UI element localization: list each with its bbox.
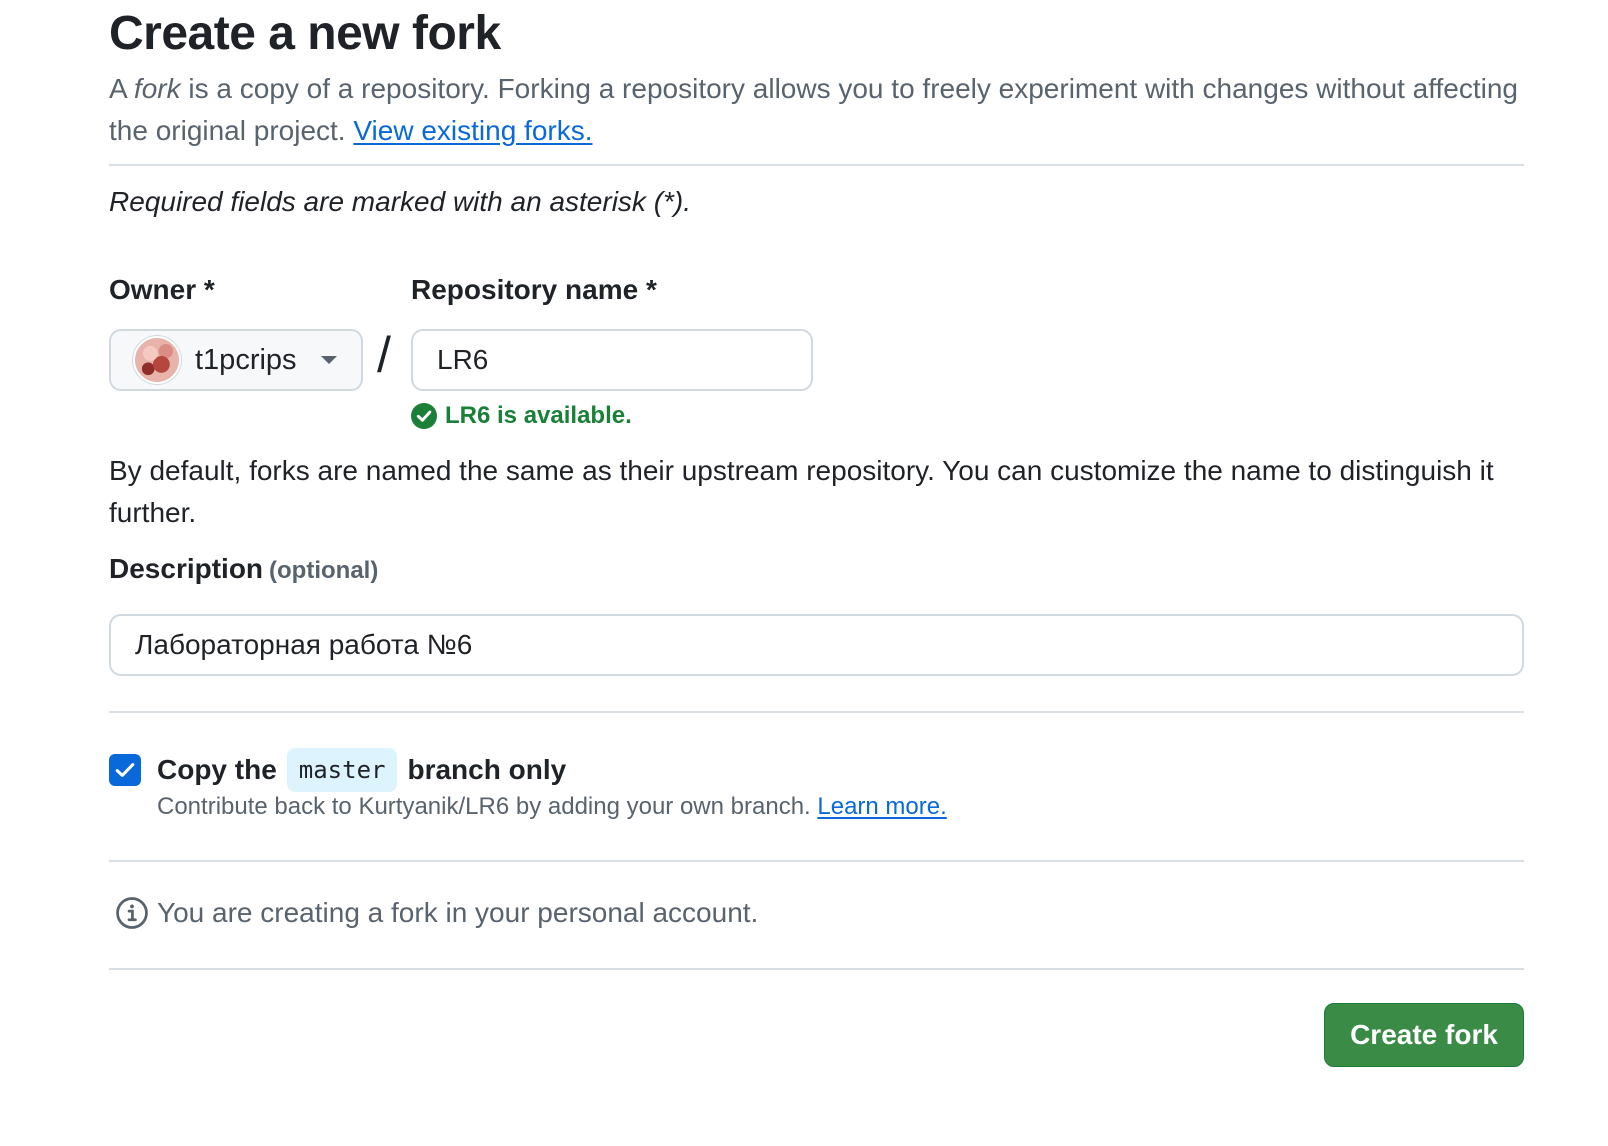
page-title: Create a new fork (109, 7, 501, 60)
copy-branch-label-before: Copy the (157, 754, 277, 785)
intro-fork-word: fork (133, 73, 181, 104)
default-name-note: By default, forks are named the same as … (109, 455, 1494, 528)
copy-branch-hint: Contribute back to Kurtyanik/LR6 by addi… (157, 793, 947, 821)
description-label-text: Description (109, 553, 264, 584)
description-input[interactable] (109, 614, 1524, 676)
divider (109, 164, 1524, 166)
repository-name-input[interactable] (411, 329, 813, 391)
owner-name: t1pcrips (195, 343, 297, 376)
intro-body: is a copy of a repository. Forking a rep… (109, 73, 1519, 146)
triangle-down-icon (320, 356, 337, 364)
required-fields-note: Required fields are marked with an aster… (109, 186, 692, 217)
branch-name-chip: master (286, 748, 398, 792)
info-message-text: You are creating a fork in your personal… (157, 897, 759, 928)
avatar (133, 336, 181, 384)
info-message: You are creating a fork in your personal… (115, 896, 758, 930)
intro-text: A fork is a copy of a repository. Forkin… (109, 68, 1524, 152)
create-fork-button[interactable]: Create fork (1324, 1003, 1524, 1067)
learn-more-link[interactable]: Learn more. (817, 793, 946, 820)
repository-name-label: Repository name * (411, 274, 657, 305)
copy-branch-hint-text: Contribute back to Kurtyanik/LR6 by addi… (157, 793, 818, 820)
copy-branch-checkbox[interactable] (109, 754, 141, 786)
copy-branch-option: Copy the master branch only (109, 748, 566, 792)
divider (109, 860, 1524, 862)
divider (109, 711, 1524, 713)
owner-repo-separator: / (377, 327, 391, 383)
description-label: Description (optional) (109, 553, 378, 585)
check-circle-icon (411, 403, 437, 429)
copy-branch-label-after: branch only (407, 754, 567, 785)
divider (109, 968, 1524, 970)
availability-message: LR6 is available. (411, 402, 632, 430)
view-existing-forks-link[interactable]: View existing forks. (353, 115, 592, 146)
owner-label: Owner * (109, 274, 215, 305)
availability-text: LR6 is available. (445, 402, 632, 429)
intro-prefix: A (109, 73, 134, 104)
optional-tag: (optional) (269, 557, 379, 584)
owner-select[interactable]: t1pcrips (109, 329, 363, 391)
copy-branch-label[interactable]: Copy the master branch only (157, 748, 566, 792)
check-icon (115, 763, 135, 777)
info-icon (116, 897, 148, 929)
